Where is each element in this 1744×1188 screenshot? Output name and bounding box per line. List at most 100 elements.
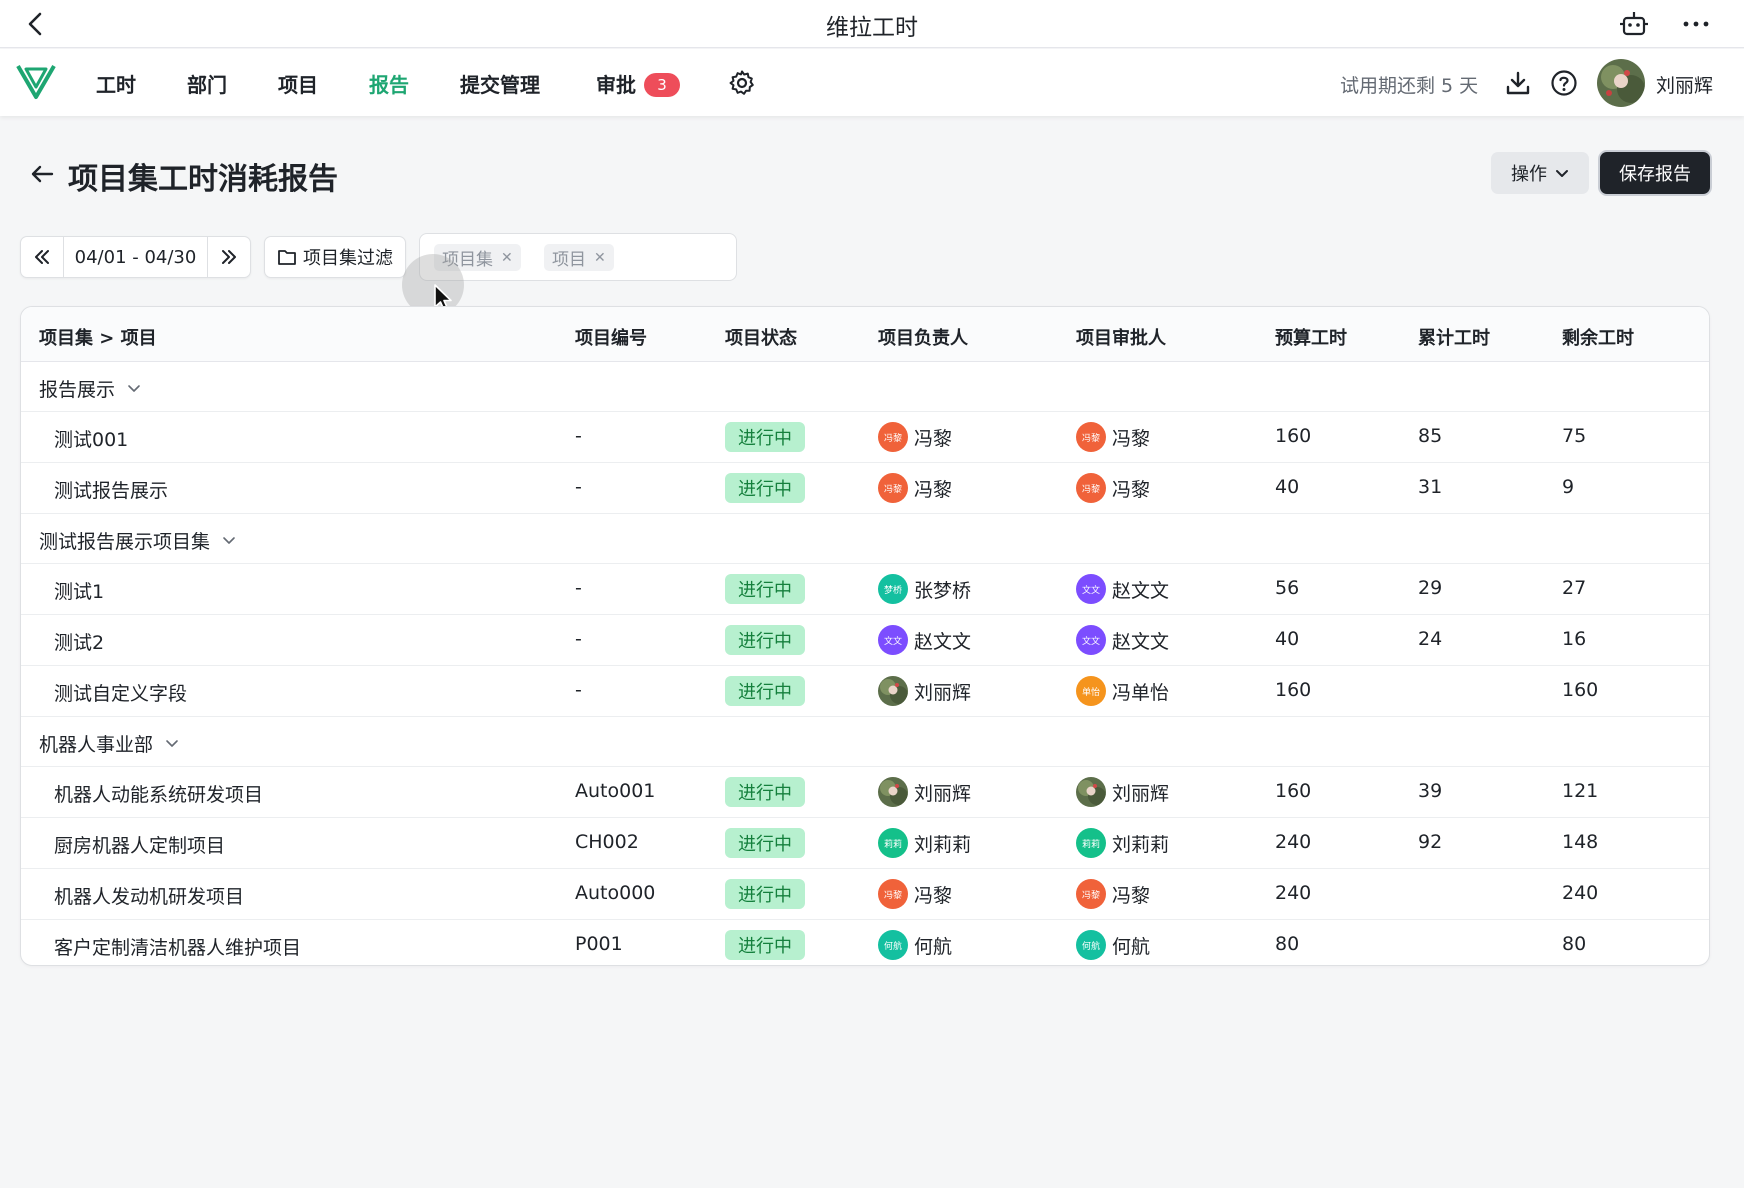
- table-row[interactable]: 客户定制清洁机器人维护项目 P001 进行中 何航 何航 何航 何航 80 80: [21, 920, 1709, 965]
- col-header-spent[interactable]: 累计工时: [1418, 324, 1490, 350]
- nav-item-timesheet[interactable]: 工时: [96, 69, 136, 98]
- col-header-code[interactable]: 项目编号: [575, 324, 647, 350]
- spent-hours: 85: [1418, 425, 1443, 447]
- user-avatar[interactable]: [1597, 59, 1645, 107]
- person-name: 冯黎: [914, 884, 953, 907]
- save-report-button[interactable]: 保存报告: [1600, 152, 1710, 194]
- date-range-value[interactable]: 04/01 - 04/30: [63, 237, 208, 277]
- avatar: [878, 676, 908, 706]
- operations-dropdown-button[interactable]: 操作: [1491, 152, 1589, 194]
- project-owner[interactable]: 梦桥 张梦桥: [878, 574, 971, 604]
- project-approver[interactable]: 冯黎 冯黎: [1076, 473, 1150, 503]
- operations-label: 操作: [1511, 164, 1547, 185]
- project-owner[interactable]: 文文 赵文文: [878, 625, 971, 655]
- close-icon[interactable]: ✕: [594, 250, 606, 266]
- project-code: -: [575, 425, 582, 447]
- project-set-filter-button[interactable]: 项目集过滤: [264, 236, 406, 278]
- table-row[interactable]: 测试自定义字段 - 进行中 刘丽辉 单怡 冯单怡 160 160: [21, 666, 1709, 717]
- nav-item-report[interactable]: 报告: [369, 69, 409, 98]
- table-row[interactable]: 测试报告展示 - 进行中 冯黎 冯黎 冯黎 冯黎 40 31 9: [21, 463, 1709, 514]
- table-row[interactable]: 机器人发动机研发项目 Auto000 进行中 冯黎 冯黎 冯黎 冯黎 240 240: [21, 869, 1709, 920]
- table-row[interactable]: 机器人动能系统研发项目 Auto001 进行中 刘丽辉 刘丽辉 160 39 121: [21, 767, 1709, 818]
- page-back-arrow-icon[interactable]: [28, 160, 56, 188]
- col-header-budget[interactable]: 预算工时: [1275, 324, 1347, 350]
- project-owner[interactable]: 冯黎 冯黎: [878, 879, 952, 909]
- grouping-tags-field[interactable]: 项目集 ✕ 项目 ✕: [419, 233, 737, 281]
- date-range-picker: 04/01 - 04/30: [20, 236, 251, 278]
- nav-item-approval-label: 审批: [596, 73, 636, 97]
- chevron-down-icon[interactable]: [165, 733, 179, 755]
- project-approver[interactable]: 文文 赵文文: [1076, 625, 1169, 655]
- budget-hours: 40: [1275, 476, 1300, 498]
- group-row[interactable]: 测试报告展示项目集: [21, 514, 1709, 564]
- nav-item-department[interactable]: 部门: [187, 69, 227, 98]
- group-row[interactable]: 机器人事业部: [21, 717, 1709, 767]
- chevron-down-icon[interactable]: [222, 530, 236, 552]
- chevron-down-icon[interactable]: [127, 378, 141, 400]
- help-icon[interactable]: [1550, 69, 1578, 97]
- project-code: -: [575, 577, 582, 599]
- project-approver[interactable]: 何航 何航: [1076, 930, 1150, 960]
- project-approver[interactable]: 单怡 冯单怡: [1076, 676, 1169, 706]
- status-badge: 进行中: [725, 625, 805, 655]
- group-label[interactable]: 报告展示: [39, 375, 141, 402]
- project-name: 测试2: [54, 632, 105, 654]
- robot-icon[interactable]: [1618, 8, 1650, 40]
- project-approver[interactable]: 文文 赵文文: [1076, 574, 1169, 604]
- more-icon[interactable]: [1678, 8, 1714, 40]
- col-header-owner[interactable]: 项目负责人: [878, 324, 968, 350]
- project-owner[interactable]: 冯黎 冯黎: [878, 473, 952, 503]
- project-name: 测试1: [54, 581, 105, 603]
- avatar: 莉莉: [1076, 828, 1106, 858]
- group-label[interactable]: 机器人事业部: [39, 730, 179, 757]
- remaining-hours: 121: [1562, 780, 1599, 802]
- report-table: 项目集 > 项目 项目编号 项目状态 项目负责人 项目审批人 预算工时 累计工时…: [20, 306, 1710, 966]
- table-row[interactable]: 测试2- 进行中 文文 赵文文 文文 赵文文 40 24 16: [21, 615, 1709, 666]
- status-badge: 进行中: [725, 879, 805, 909]
- table-row[interactable]: 测试1 - 进行中 梦桥 张梦桥 文文 赵文文 56 29 27: [21, 564, 1709, 615]
- group-name: 机器人事业部: [39, 734, 154, 756]
- col-header-status[interactable]: 项目状态: [725, 324, 797, 350]
- col-header-remaining[interactable]: 剩余工时: [1562, 324, 1634, 350]
- chevron-down-icon: [1556, 170, 1568, 177]
- prev-period-button[interactable]: [21, 237, 63, 277]
- person-name: 冯黎: [1112, 478, 1151, 501]
- next-period-button[interactable]: [208, 237, 250, 277]
- project-owner[interactable]: 莉莉 刘莉莉: [878, 828, 971, 858]
- settings-gear-icon[interactable]: [728, 69, 756, 97]
- status-badge: 进行中: [725, 676, 805, 706]
- project-set-filter-label: 项目集过滤: [303, 248, 393, 269]
- group-name: 测试报告展示项目集: [39, 531, 211, 553]
- app-logo-icon[interactable]: [14, 61, 58, 101]
- project-owner[interactable]: 何航 何航: [878, 930, 952, 960]
- close-icon[interactable]: ✕: [501, 250, 513, 266]
- group-row[interactable]: 报告展示: [21, 362, 1709, 412]
- project-name: 测试报告展示: [54, 480, 169, 502]
- person-name: 赵文文: [1112, 630, 1170, 653]
- project-approver[interactable]: 冯黎 冯黎: [1076, 422, 1150, 452]
- download-icon[interactable]: [1504, 69, 1532, 97]
- group-name: 报告展示: [39, 379, 116, 401]
- table-row[interactable]: 测试001- 进行中 冯黎 冯黎 冯黎 冯黎 160 85 75: [21, 412, 1709, 463]
- table-row[interactable]: 厨房机器人定制项目 CH002 进行中 莉莉 刘莉莉 莉莉 刘莉莉 240 92 148: [21, 818, 1709, 869]
- nav-item-submission[interactable]: 提交管理: [460, 69, 540, 98]
- remaining-hours: 240: [1562, 882, 1599, 904]
- project-owner[interactable]: 冯黎 冯黎: [878, 422, 952, 452]
- avatar: 梦桥: [878, 574, 908, 604]
- project-code: CH002: [575, 831, 639, 853]
- project-approver[interactable]: 冯黎 冯黎: [1076, 879, 1150, 909]
- project-approver[interactable]: 刘丽辉: [1076, 777, 1169, 807]
- project-owner[interactable]: 刘丽辉: [878, 676, 971, 706]
- nav-item-project[interactable]: 项目: [278, 69, 318, 98]
- col-header-project[interactable]: 项目集 > 项目: [39, 324, 157, 350]
- budget-hours: 80: [1275, 933, 1300, 955]
- system-title-bar: 维拉工时: [0, 0, 1744, 48]
- avatar: 文文: [878, 625, 908, 655]
- project-approver[interactable]: 莉莉 刘莉莉: [1076, 828, 1169, 858]
- project-owner[interactable]: 刘丽辉: [878, 777, 971, 807]
- remaining-hours: 9: [1562, 476, 1575, 498]
- nav-item-approval[interactable]: 审批 3: [596, 69, 680, 98]
- person-name: 刘丽辉: [914, 681, 972, 704]
- col-header-approver[interactable]: 项目审批人: [1076, 324, 1166, 350]
- group-label[interactable]: 测试报告展示项目集: [39, 527, 236, 554]
